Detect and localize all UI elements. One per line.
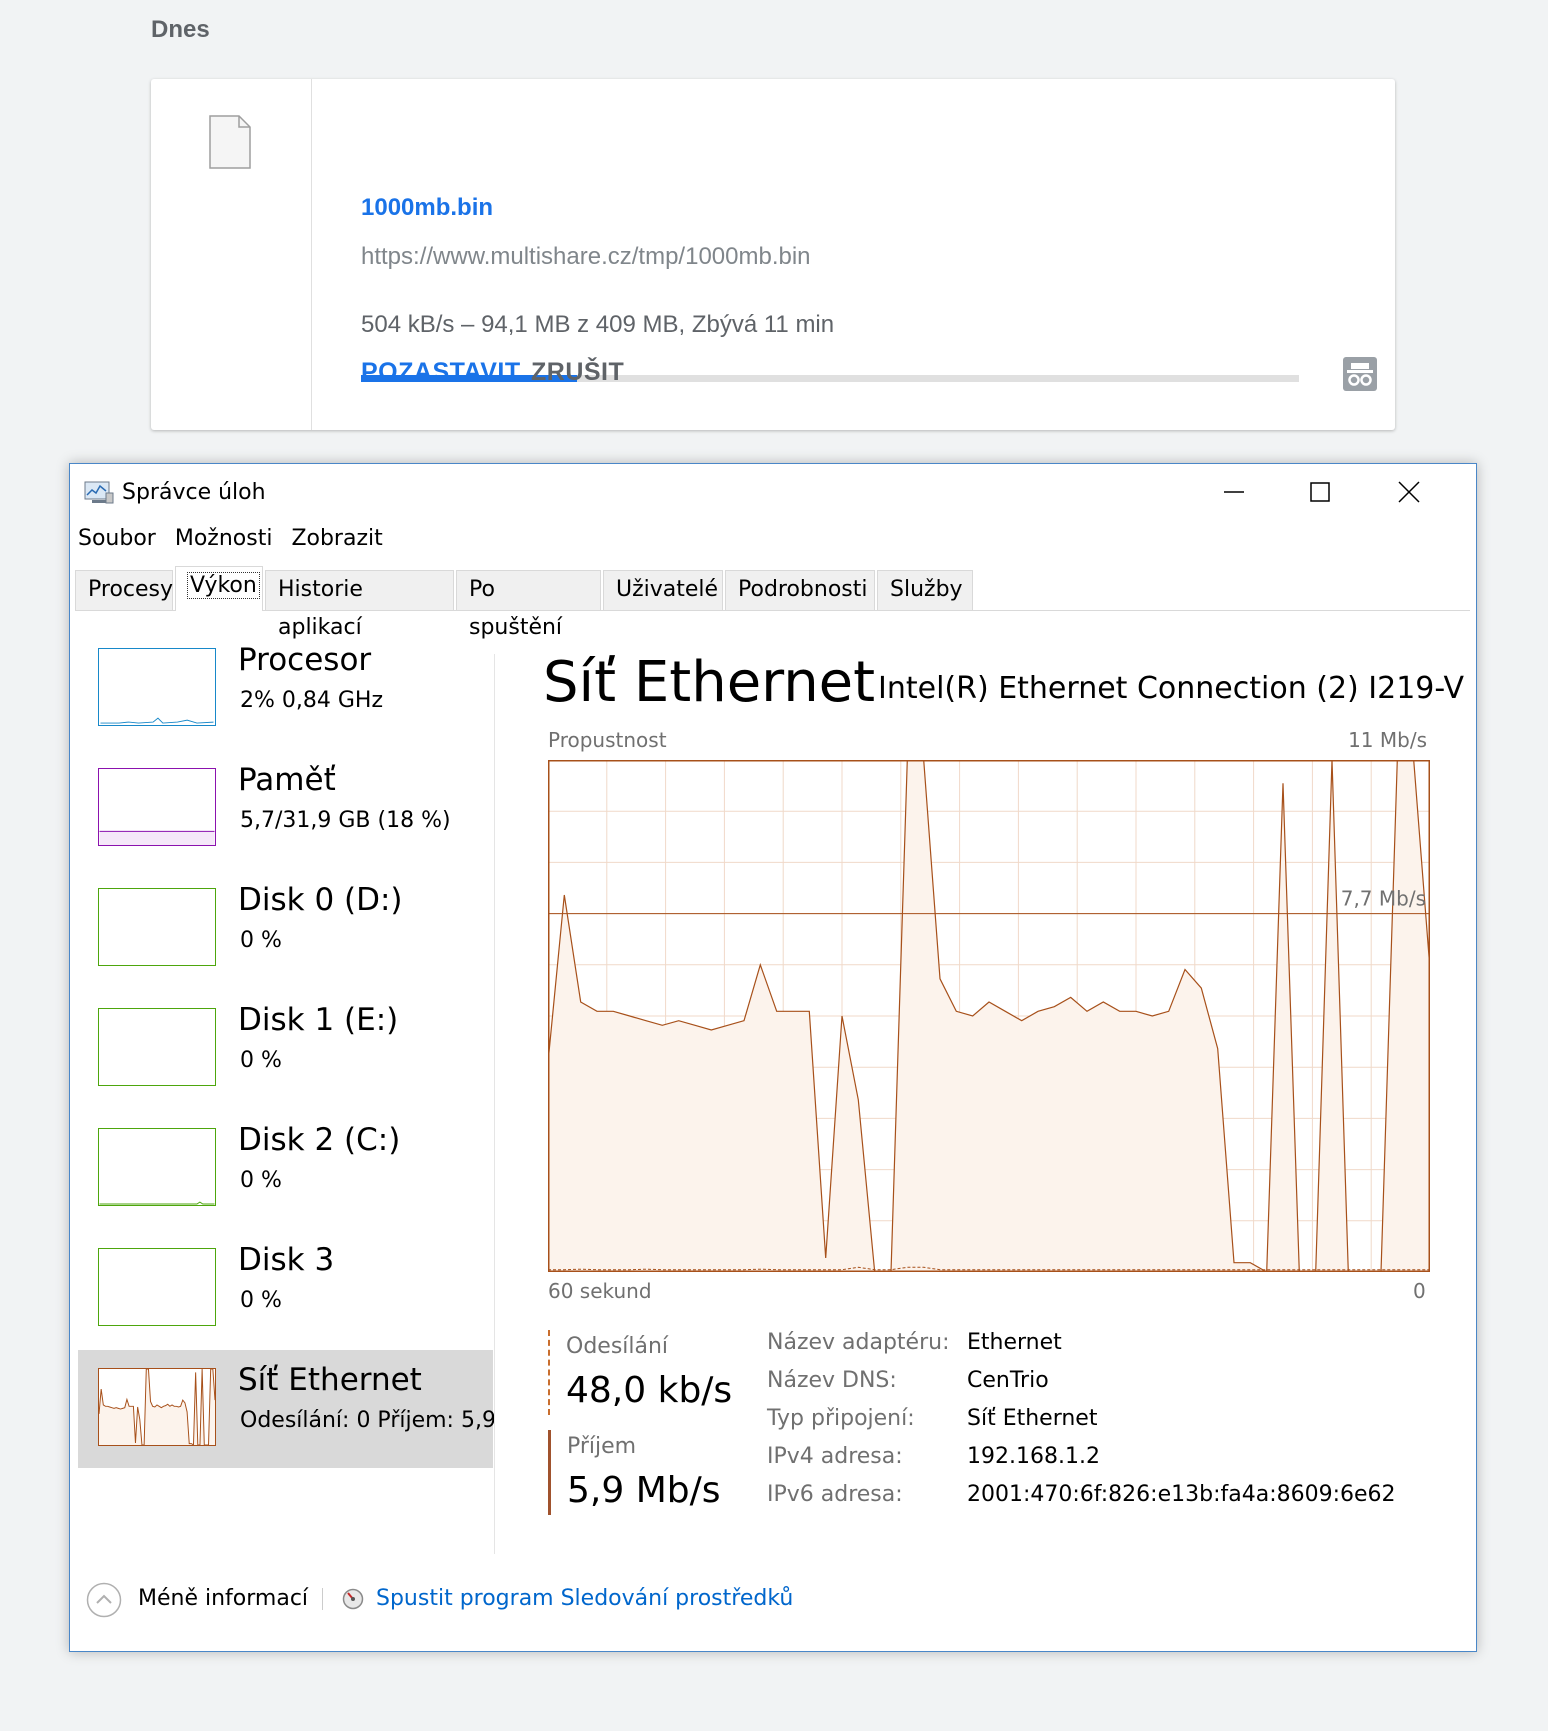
menu-bar: Soubor Možnosti Zobrazit — [78, 526, 395, 558]
sidebar-subtitle: 2% 0,84 GHz — [240, 688, 384, 713]
sidebar-item-ethernet[interactable]: Síť Ethernet Odesílání: 0 Příjem: 5,9 — [78, 1350, 496, 1468]
tab-label: Procesy — [88, 577, 174, 602]
graph-label-mid: 7,7 Mb/s — [1341, 887, 1426, 911]
title-bar[interactable]: Správce úloh — [70, 464, 1476, 520]
sidebar-subtitle: 0 % — [240, 928, 282, 953]
sidebar-item-memory[interactable]: Paměť 5,7/31,9 GB (18 %) — [78, 750, 493, 868]
disk1-mini-graph — [98, 1008, 216, 1086]
sidebar-title: Disk 1 (E:) — [238, 1002, 399, 1038]
download-url[interactable]: https://www.multishare.cz/tmp/1000mb.bin — [361, 243, 811, 271]
property-value: Síť Ethernet — [967, 1406, 1098, 1431]
ethernet-mini-graph — [98, 1368, 216, 1446]
property-key: Název DNS: — [767, 1368, 897, 1393]
chevron-up-circle-icon[interactable] — [86, 1582, 122, 1618]
sidebar-title: Disk 2 (C:) — [238, 1122, 401, 1158]
resource-monitor-icon — [342, 1588, 364, 1610]
sidebar-title: Disk 3 — [238, 1242, 335, 1278]
receive-label: Příjem — [567, 1434, 637, 1459]
maximize-icon[interactable] — [1281, 470, 1359, 514]
send-label: Odesílání — [566, 1334, 669, 1359]
sidebar-title: Síť Ethernet — [238, 1362, 422, 1398]
tab-performance[interactable]: Výkon — [175, 566, 263, 611]
sidebar-item-disk0[interactable]: Disk 0 (D:) 0 % — [78, 870, 493, 988]
menu-view[interactable]: Zobrazit — [291, 526, 382, 551]
sidebar-item-disk2[interactable]: Disk 2 (C:) 0 % — [78, 1110, 493, 1228]
close-icon[interactable] — [1370, 470, 1448, 514]
property-key: IPv4 adresa: — [767, 1444, 903, 1469]
pause-button[interactable]: POZASTAVIT — [361, 358, 521, 387]
property-value: Ethernet — [967, 1330, 1062, 1355]
date-group-label: Dnes — [151, 16, 210, 43]
footer: Méně informací Spustit program Sledování… — [70, 1574, 1476, 1634]
sidebar-subtitle: 0 % — [240, 1288, 282, 1313]
receive-metric: Příjem 5,9 Mb/s — [548, 1430, 747, 1515]
sidebar-title: Procesor — [238, 642, 372, 678]
tab-label: Výkon — [187, 572, 260, 599]
menu-file[interactable]: Soubor — [78, 526, 156, 551]
property-value: 2001:470:6f:826:e13b:fa4a:8609:6e62 — [967, 1482, 1396, 1507]
disk0-mini-graph — [98, 888, 216, 966]
panel-title: Síť Ethernet — [543, 650, 876, 715]
download-file-link[interactable]: 1000mb.bin — [361, 194, 493, 222]
tab-startup[interactable]: Po spuštění — [456, 570, 601, 640]
sidebar-title: Disk 0 (D:) — [238, 882, 403, 918]
file-icon-column — [151, 79, 312, 430]
graph-label-zero: 0 — [1413, 1279, 1426, 1303]
property-value: 192.168.1.2 — [967, 1444, 1100, 1469]
memory-mini-graph — [98, 768, 216, 846]
adapter-name: Intel(R) Ethernet Connection (2) I219-V — [878, 671, 1464, 706]
window-title: Správce úloh — [122, 480, 266, 505]
cpu-mini-graph — [98, 648, 216, 726]
task-manager-app-icon — [84, 481, 114, 504]
sidebar-subtitle: 0 % — [240, 1168, 282, 1193]
tab-services[interactable]: Služby — [877, 570, 973, 610]
send-metric: Odesílání 48,0 kb/s — [548, 1330, 746, 1415]
graph-label-throughput: Propustnost — [548, 728, 667, 752]
file-icon — [209, 115, 251, 169]
property-key: IPv6 adresa: — [767, 1482, 903, 1507]
minimize-icon[interactable] — [1195, 470, 1273, 514]
receive-value: 5,9 Mb/s — [567, 1470, 721, 1511]
sidebar-subtitle: Odesílání: 0 Příjem: 5,9 — [240, 1408, 496, 1433]
cancel-button[interactable]: ZRUŠIT — [531, 358, 624, 387]
tab-processes[interactable]: Procesy — [75, 570, 173, 610]
disk3-mini-graph — [98, 1248, 216, 1326]
incognito-icon — [1343, 357, 1377, 391]
tab-label: Uživatelé — [616, 577, 719, 602]
disk2-mini-graph — [98, 1128, 216, 1206]
property-value: CenTrio — [967, 1368, 1049, 1393]
sidebar-subtitle: 5,7/31,9 GB (18 %) — [240, 808, 451, 833]
tab-label: Služby — [890, 577, 963, 602]
sidebar-subtitle: 0 % — [240, 1048, 282, 1073]
throughput-graph: 7,7 Mb/s — [548, 760, 1430, 1272]
sidebar-item-disk3[interactable]: Disk 3 0 % — [78, 1230, 493, 1348]
sidebar-item-cpu[interactable]: Procesor 2% 0,84 GHz — [78, 630, 493, 748]
footer-divider — [322, 1588, 323, 1610]
send-value: 48,0 kb/s — [566, 1370, 733, 1411]
sidebar-divider — [494, 654, 495, 1554]
graph-label-max: 11 Mb/s — [1348, 728, 1427, 752]
download-card: 1000mb.bin https://www.multishare.cz/tmp… — [151, 79, 1395, 430]
tab-bar: Procesy Výkon Historie aplikací Po spušt… — [75, 564, 1470, 640]
property-key: Typ připojení: — [767, 1406, 915, 1431]
fewer-details-button[interactable]: Méně informací — [138, 1586, 308, 1611]
tab-label: Podrobnosti — [738, 577, 868, 602]
property-key: Název adaptéru: — [767, 1330, 950, 1355]
menu-options[interactable]: Možnosti — [175, 526, 273, 551]
performance-sidebar: Procesor 2% 0,84 GHz Paměť 5,7/31,9 GB (… — [78, 612, 496, 1552]
sidebar-item-disk1[interactable]: Disk 1 (E:) 0 % — [78, 990, 493, 1108]
tab-app-history[interactable]: Historie aplikací — [265, 570, 454, 640]
tab-users[interactable]: Uživatelé — [603, 570, 723, 610]
open-resource-monitor-link[interactable]: Spustit program Sledování prostředků — [376, 1586, 793, 1611]
download-status: 504 kB/s – 94,1 MB z 409 MB, Zbývá 11 mi… — [361, 311, 835, 338]
task-manager-window: Správce úloh Soubor Možnosti Zobrazit Pr… — [69, 463, 1477, 1652]
sidebar-title: Paměť — [238, 762, 336, 798]
tab-details[interactable]: Podrobnosti — [725, 570, 875, 610]
graph-label-timespan: 60 sekund — [548, 1279, 652, 1303]
